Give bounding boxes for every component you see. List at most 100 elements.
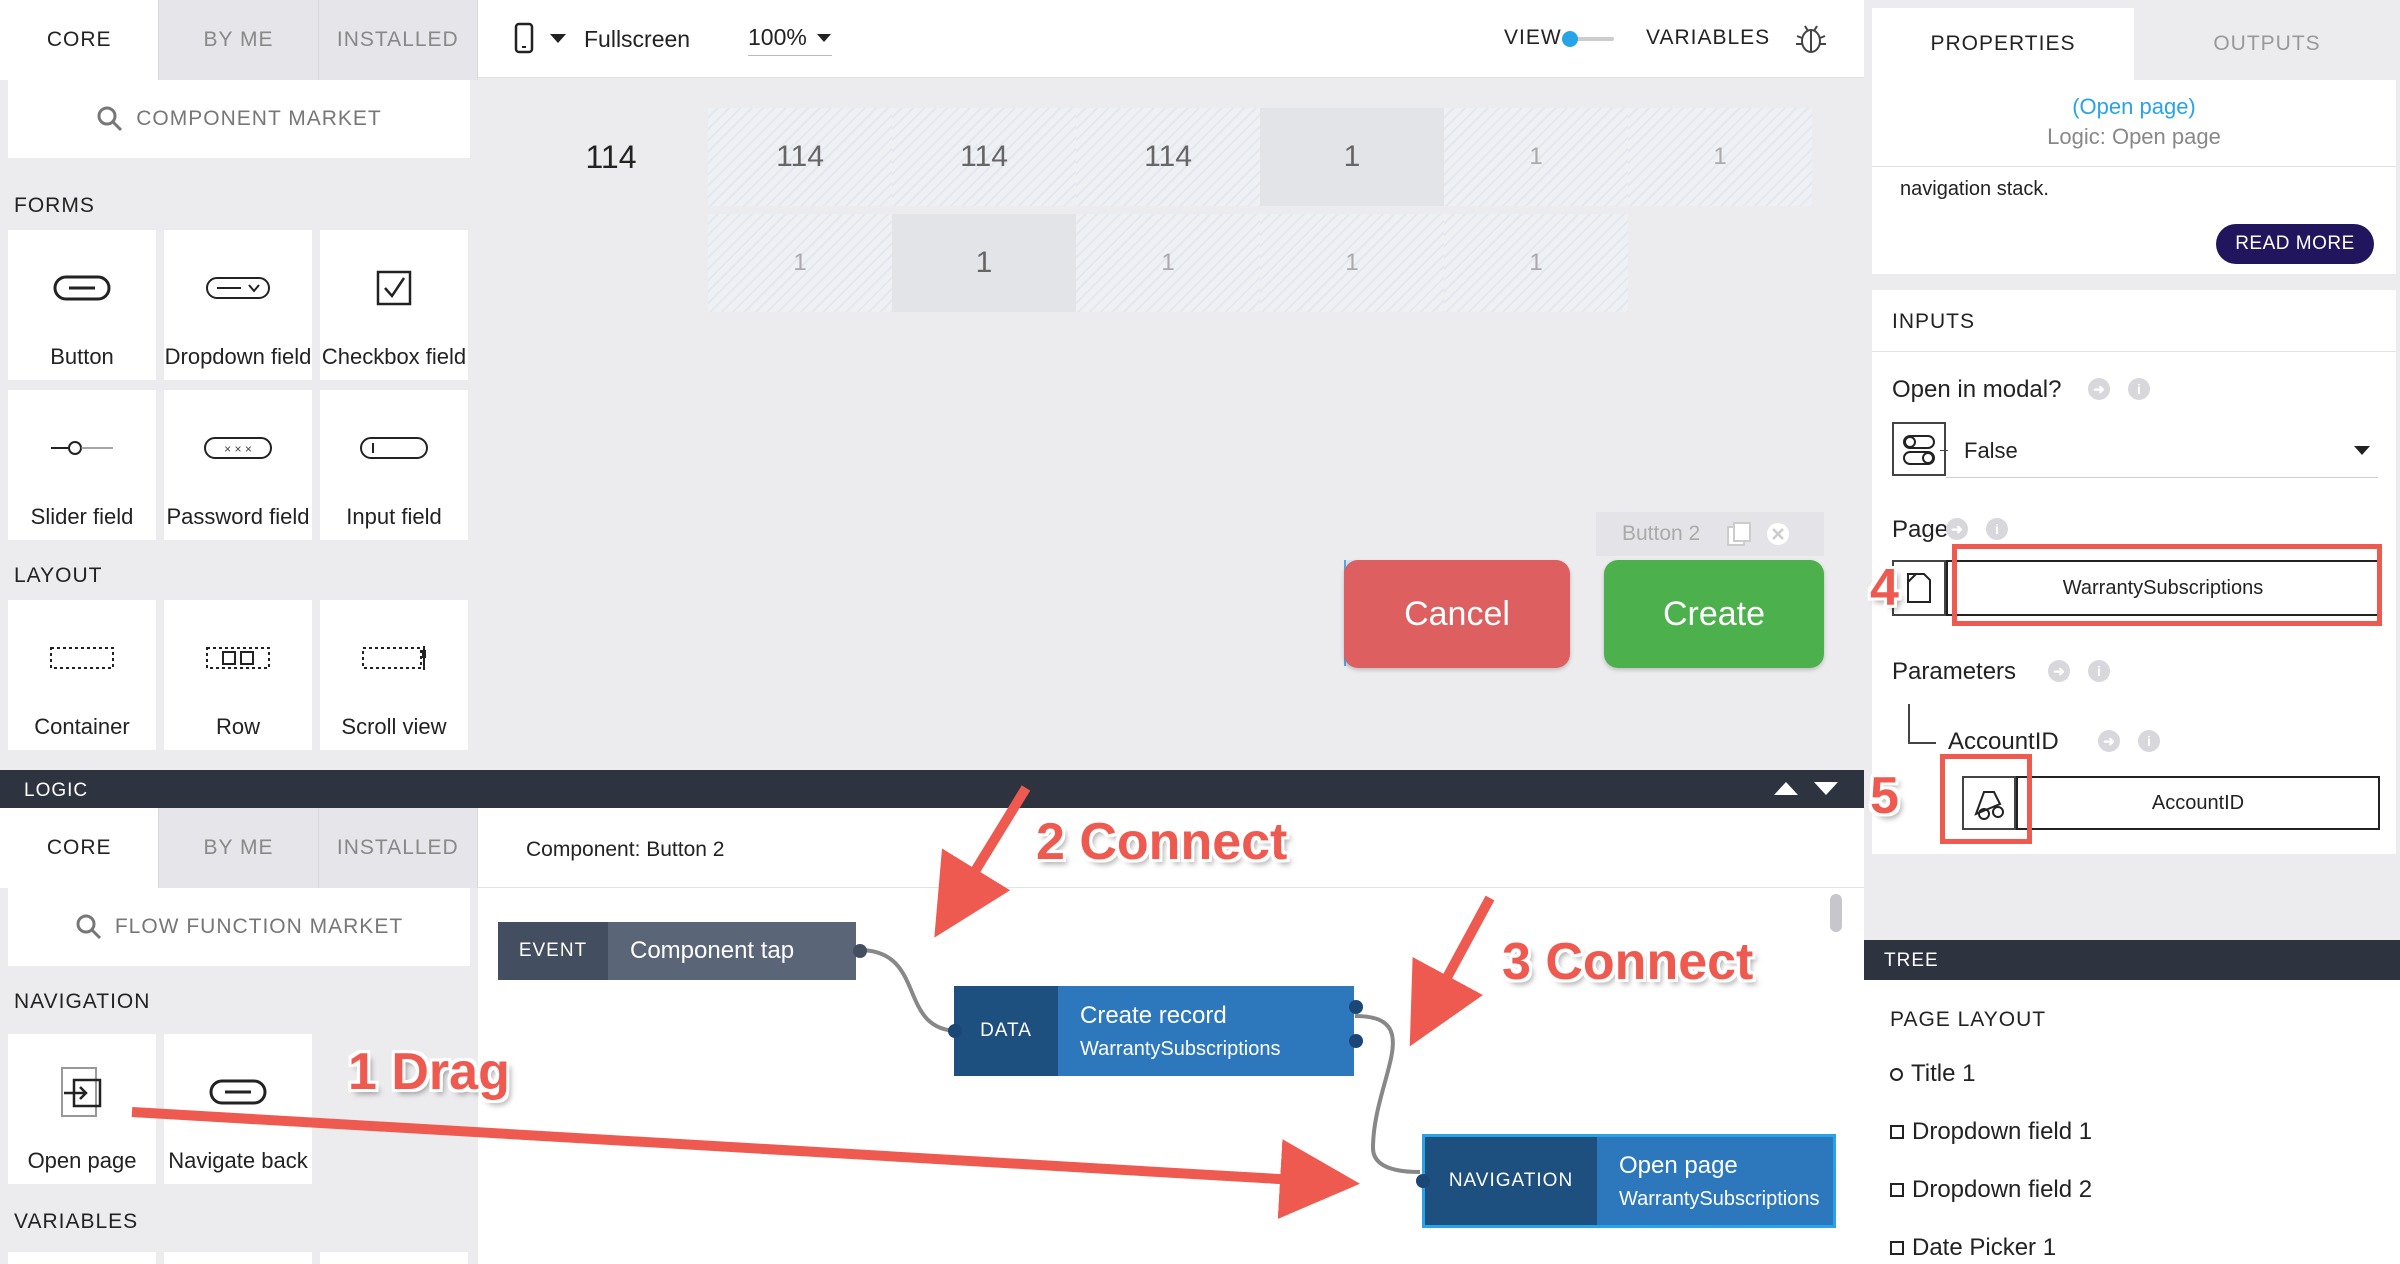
grid-cell-1[interactable]: 114: [708, 108, 892, 206]
logic-flow-canvas[interactable]: Component: Button 2 EVENT Component tap …: [478, 808, 1864, 1264]
data-output-port-success[interactable]: [1349, 1000, 1363, 1014]
account-id-binding-field[interactable]: AccountID: [2016, 776, 2380, 830]
navigation-tag: NAVIGATION: [1425, 1137, 1597, 1225]
flow-open-page[interactable]: Open page: [8, 1034, 156, 1184]
device-chevron-down-icon[interactable]: [550, 34, 566, 44]
collapse-down-icon[interactable]: [1814, 782, 1838, 796]
open-in-modal-label: Open in modal?: [1892, 376, 2062, 403]
logic-tab-core[interactable]: CORE: [0, 808, 160, 888]
grid-cell-10[interactable]: 1: [1260, 214, 1444, 312]
view-variables-toggle[interactable]: [1562, 31, 1614, 47]
tab-by-me[interactable]: BY ME: [159, 0, 319, 80]
design-canvas[interactable]: 114 114 114 114 1 1 1 1 1 1 1 1 Button 2…: [478, 78, 1864, 770]
debug-bug-icon[interactable]: [1794, 22, 1828, 56]
tab-installed[interactable]: INSTALLED: [318, 0, 478, 80]
tab-properties[interactable]: PROPERTIES: [1872, 8, 2134, 80]
component-button-label: Button: [50, 344, 114, 369]
grid-cell-4[interactable]: 1: [1260, 108, 1444, 206]
inputs-header: INPUTS: [1872, 290, 2396, 352]
selected-component-name: Button 2: [1622, 522, 1701, 545]
logic-tab-installed[interactable]: INSTALLED: [318, 808, 478, 888]
page-type-icon[interactable]: [1892, 560, 1946, 616]
create-button[interactable]: Create: [1604, 560, 1824, 668]
tree-item-dropdown-2[interactable]: Dropdown field 2: [1890, 1176, 2092, 1204]
delete-close-icon[interactable]: [1766, 522, 1790, 546]
flow-navigate-back[interactable]: Navigate back: [164, 1034, 312, 1184]
component-dropdown-field[interactable]: Dropdown field: [164, 230, 312, 380]
component-market-label: COMPONENT MARKET: [136, 107, 382, 130]
bind-arrow-icon[interactable]: ➜: [1946, 518, 1968, 540]
grid-cell-11[interactable]: 1: [1444, 214, 1628, 312]
grid-cell-2[interactable]: 114: [892, 108, 1076, 206]
read-more-button[interactable]: READ MORE: [2216, 224, 2374, 264]
navigation-heading: NAVIGATION: [14, 990, 151, 1013]
info-icon[interactable]: i: [2138, 730, 2160, 752]
flow-function-market-button[interactable]: FLOW FUNCTION MARKET: [8, 888, 470, 966]
highlight-page-field: [1952, 544, 2382, 626]
event-output-port[interactable]: [853, 944, 867, 958]
tree-item-title[interactable]: Title 1: [1890, 1060, 1975, 1088]
data-node-create-record[interactable]: DATA Create record WarrantySubscriptions: [954, 986, 1354, 1076]
grid-cell-7[interactable]: 1: [708, 214, 892, 312]
grid-cell-9[interactable]: 1: [1076, 214, 1260, 312]
component-market-button[interactable]: COMPONENT MARKET: [8, 80, 470, 158]
tab-outputs[interactable]: OUTPUTS: [2134, 8, 2400, 80]
bind-arrow-icon[interactable]: ➜: [2098, 730, 2120, 752]
component-scroll-view[interactable]: Scroll view: [320, 600, 468, 750]
expand-up-icon[interactable]: [1774, 782, 1798, 796]
flow-variable-card[interactable]: [320, 1252, 468, 1264]
inputs-heading: INPUTS: [1892, 310, 1976, 333]
tree-item-label: Dropdown field 1: [1912, 1118, 2093, 1145]
component-row[interactable]: Row: [164, 600, 312, 750]
grid-cell-5[interactable]: 1: [1444, 108, 1628, 206]
component-container[interactable]: Container: [8, 600, 156, 750]
tree-item-label: Date Picker 1: [1912, 1234, 2057, 1261]
device-select[interactable]: Fullscreen: [584, 26, 690, 53]
info-icon[interactable]: i: [2088, 660, 2110, 682]
grid-cell-3[interactable]: 114: [1076, 108, 1260, 206]
grid-cell-6[interactable]: 1: [1628, 108, 1812, 206]
toggle-type-icon[interactable]: [1892, 422, 1946, 476]
data-input-port[interactable]: [948, 1024, 962, 1038]
data-label: Create record: [1080, 1001, 1227, 1029]
flow-variable-card[interactable]: [8, 1252, 156, 1264]
annotation-connect-2: 2 Connect: [1036, 813, 1288, 871]
tab-core[interactable]: CORE: [0, 0, 160, 80]
navigation-node-open-page[interactable]: NAVIGATION Open page WarrantySubscriptio…: [1422, 1134, 1836, 1228]
info-icon[interactable]: i: [1986, 518, 2008, 540]
open-page-icon: [61, 1066, 102, 1117]
button-icon: [53, 275, 111, 300]
duplicate-icon[interactable]: [1726, 521, 1752, 547]
component-button[interactable]: Button: [8, 230, 156, 380]
grid-cell-8[interactable]: 1: [892, 214, 1076, 312]
info-icon[interactable]: i: [2128, 378, 2150, 400]
tree-item-dropdown-1[interactable]: Dropdown field 1: [1890, 1118, 2092, 1146]
data-output-port-error[interactable]: [1349, 1034, 1363, 1048]
tree-item-date-picker[interactable]: Date Picker 1: [1890, 1234, 2056, 1262]
event-tag: EVENT: [498, 922, 608, 980]
forms-heading: FORMS: [14, 194, 95, 217]
mobile-device-icon[interactable]: [514, 22, 534, 54]
logic-title: LOGIC: [24, 780, 89, 801]
cancel-button[interactable]: Cancel: [1344, 560, 1570, 668]
flow-variable-card[interactable]: [164, 1252, 312, 1264]
component-node-icon: [1890, 1241, 1904, 1255]
component-checkbox-field[interactable]: Checkbox field: [320, 230, 468, 380]
bind-arrow-icon[interactable]: ➜: [2048, 660, 2070, 682]
function-doc-link[interactable]: (Open page): [1872, 94, 2396, 120]
open-in-modal-select[interactable]: False: [1946, 422, 2378, 478]
annotation-drag: 1 Drag: [348, 1043, 510, 1101]
component-slider-field[interactable]: Slider field: [8, 390, 156, 540]
scroll-view-icon: [362, 645, 426, 670]
zoom-select[interactable]: 100%: [748, 24, 832, 56]
logic-tab-by-me[interactable]: BY ME: [159, 808, 319, 888]
grid-cell-0[interactable]: 114: [566, 108, 656, 206]
bind-arrow-icon[interactable]: ➜: [2088, 378, 2110, 400]
component-node-icon: [1890, 1125, 1904, 1139]
event-node-component-tap[interactable]: EVENT Component tap: [498, 922, 856, 980]
component-password-field[interactable]: × × × Password field: [164, 390, 312, 540]
navigation-input-port[interactable]: [1416, 1174, 1430, 1188]
canvas-toolbar: Fullscreen 100% VIEW VARIABLES: [478, 0, 1864, 78]
input-icon: [360, 436, 428, 459]
component-input-field[interactable]: Input field: [320, 390, 468, 540]
